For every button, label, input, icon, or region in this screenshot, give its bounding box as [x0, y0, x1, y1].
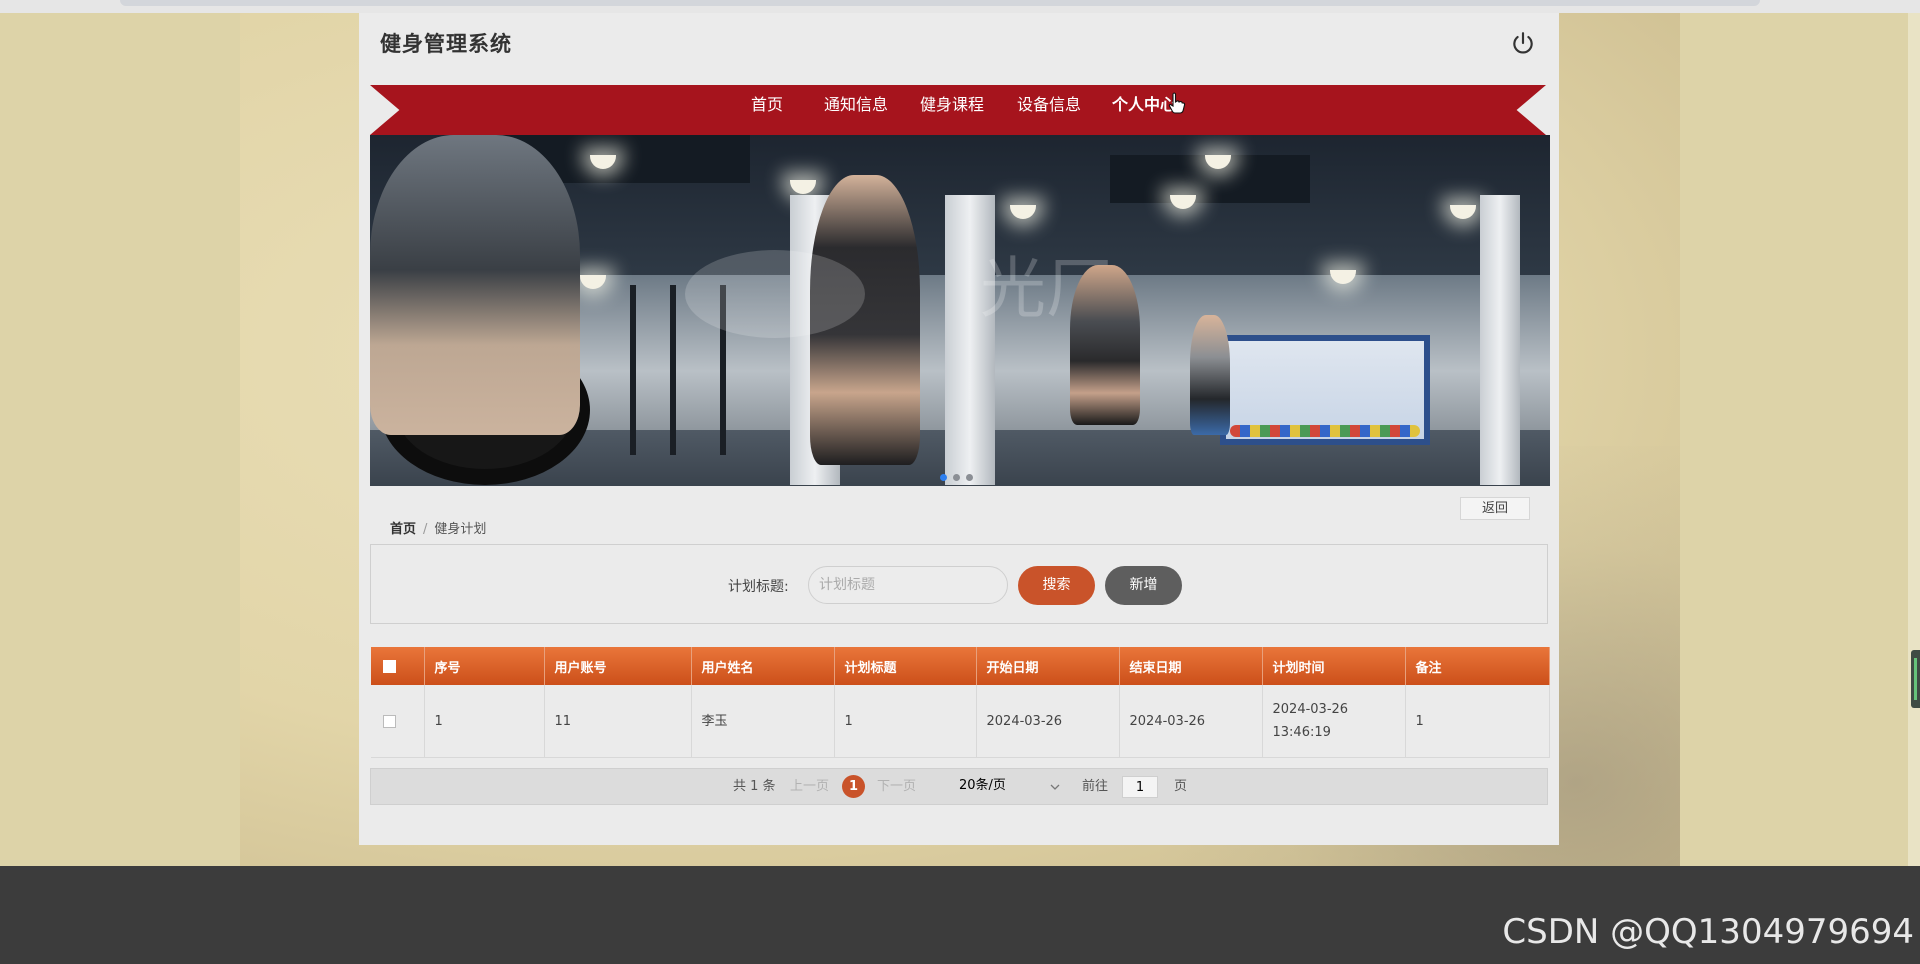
pagination-total: 共 1 条	[733, 779, 776, 794]
column-header-start-date[interactable]: 开始日期	[976, 647, 1120, 685]
select-all-checkbox[interactable]	[383, 659, 396, 673]
cell-index: 1	[424, 685, 545, 758]
carousel-dot[interactable]	[940, 474, 947, 481]
goto-label: 前往	[1082, 779, 1109, 794]
scrollbar-thumb[interactable]	[1911, 650, 1920, 708]
back-button[interactable]: 返回	[1460, 497, 1530, 520]
carousel-dot[interactable]	[953, 474, 960, 481]
breadcrumb-separator: /	[423, 522, 428, 537]
cell-end-date: 2024-03-26	[1119, 685, 1263, 758]
cell-start-date: 2024-03-26	[976, 685, 1120, 758]
row-checkbox[interactable]	[383, 714, 396, 728]
plan-title-search-input[interactable]	[808, 566, 1008, 604]
cell-name: 李玉	[691, 685, 835, 758]
banner-rack	[630, 285, 636, 455]
column-header-title[interactable]: 计划标题	[834, 647, 977, 685]
banner-person	[370, 135, 580, 435]
nav-item-equipment[interactable]: 设备信息	[1017, 85, 1081, 135]
row-select-cell	[371, 685, 425, 758]
column-header-name[interactable]: 用户姓名	[691, 647, 835, 685]
banner-balls	[1230, 425, 1420, 437]
carousel-dots	[940, 466, 980, 481]
cell-remark: 1	[1405, 685, 1550, 758]
cell-plan-time: 2024-03-26 13:46:19	[1262, 685, 1406, 758]
nav-item-home[interactable]: 首页	[751, 85, 783, 135]
nav-item-notices[interactable]: 通知信息	[824, 85, 888, 135]
banner-person	[1190, 315, 1230, 435]
table-header-row: 序号 用户账号 用户姓名 计划标题 开始日期 结束日期 计划时间 备注	[371, 647, 1550, 685]
column-header-account[interactable]: 用户账号	[544, 647, 692, 685]
cell-title: 1	[834, 685, 977, 758]
table-row[interactable]: 1 11 李玉 1 2024-03-26 2024-03-26 2024-03-…	[371, 685, 1550, 758]
banner-pillar	[1480, 195, 1520, 485]
carousel-dot[interactable]	[966, 474, 973, 481]
page-suffix: 页	[1174, 779, 1188, 794]
pagination: 共 1 条 上一页 1 下一页 20条/页 前往 页	[370, 768, 1548, 805]
prev-page-button[interactable]: 上一页	[790, 769, 829, 804]
browser-top-strip	[0, 0, 1920, 13]
right-margin	[1680, 13, 1920, 866]
goto-page-input[interactable]	[1122, 776, 1158, 798]
banner-watermark-shape	[685, 250, 865, 338]
power-icon[interactable]	[1510, 30, 1536, 56]
column-header-index[interactable]: 序号	[424, 647, 545, 685]
cell-account: 11	[544, 685, 692, 758]
plans-table: 序号 用户账号 用户姓名 计划标题 开始日期 结束日期 计划时间 备注 1 11…	[371, 647, 1550, 758]
breadcrumb-current: 健身计划	[434, 522, 487, 537]
column-header-end-date[interactable]: 结束日期	[1119, 647, 1263, 685]
add-button[interactable]: 新增	[1105, 566, 1182, 605]
search-label: 计划标题:	[728, 579, 789, 595]
nav-item-courses[interactable]: 健身课程	[920, 85, 984, 135]
page-size-value: 20条/页	[959, 778, 1006, 793]
select-all-cell	[371, 647, 425, 685]
breadcrumb: 首页 / 健身计划	[390, 518, 486, 537]
nav-item-profile[interactable]: 个人中心	[1112, 79, 1177, 135]
csdn-watermark: CSDN @QQ1304979694	[1502, 912, 1914, 952]
breadcrumb-home[interactable]: 首页	[390, 522, 416, 537]
banner-rack	[670, 285, 676, 455]
current-page[interactable]: 1	[842, 775, 865, 798]
brand-title: 健身管理系统	[380, 32, 512, 56]
page-size-select[interactable]: 20条/页	[959, 774, 1063, 798]
main-nav: 首页 通知信息 健身课程 设备信息 个人中心	[0, 79, 1920, 135]
column-header-plan-time[interactable]: 计划时间	[1262, 647, 1406, 685]
hero-banner[interactable]: 光厂	[370, 135, 1550, 486]
next-page-button[interactable]: 下一页	[877, 769, 916, 804]
chevron-down-icon	[1050, 784, 1060, 790]
column-header-remark[interactable]: 备注	[1405, 647, 1550, 685]
scrollbar-track[interactable]	[1908, 13, 1920, 866]
browser-bar	[120, 0, 1760, 6]
banner-watermark-text: 光厂	[980, 250, 1112, 327]
hand-cursor-icon	[1168, 92, 1186, 114]
search-button[interactable]: 搜索	[1018, 566, 1095, 605]
